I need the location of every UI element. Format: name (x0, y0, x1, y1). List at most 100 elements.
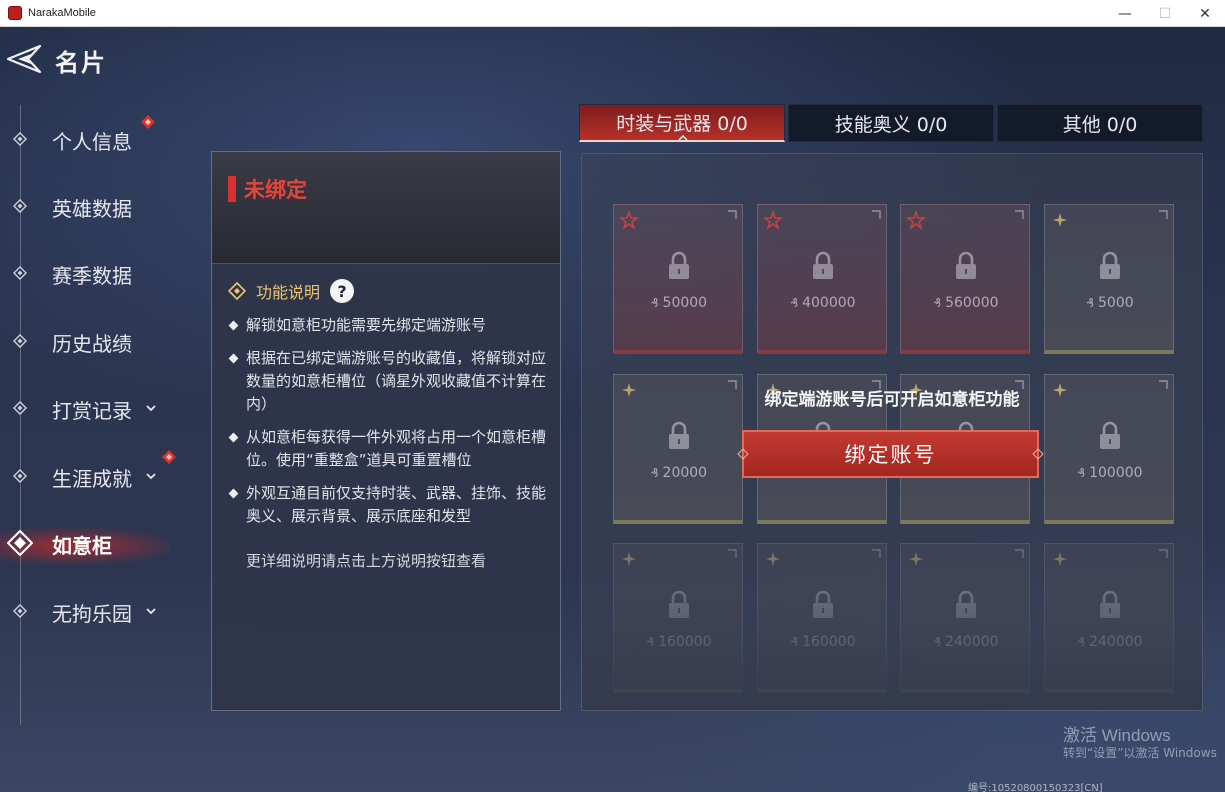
lock-icon (1100, 251, 1120, 279)
sidebar-item-label: 历史战绩 (52, 332, 132, 356)
bullet-icon (228, 488, 239, 499)
sidebar-item[interactable]: 赛季数据 (0, 253, 200, 293)
bind-required-message: 绑定端游账号后可开启如意柜功能 (764, 390, 1020, 410)
grid-fade (582, 594, 1202, 710)
category-tab[interactable]: 其他 0/0 (997, 104, 1203, 142)
collection-coin-icon: ₰ (790, 296, 799, 310)
corner-mark-icon (728, 210, 737, 219)
notification-badge-icon (141, 115, 155, 129)
sidebar-item-label: 打赏记录 (52, 399, 132, 423)
sidebar-item[interactable]: 生涯成就 (0, 450, 200, 496)
collection-value: ₰ 20000 (614, 465, 744, 481)
collection-coin-icon: ₰ (650, 466, 659, 480)
collection-coin-icon: ₰ (650, 296, 659, 310)
cabinet-slot[interactable]: ₰ 5000 (1044, 204, 1174, 354)
active-tab-caret-icon (678, 135, 688, 141)
description-item: 外观互通目前仅支持时装、武器、挂饰、技能奥义、展示背景、展示底座和发型 (228, 482, 546, 528)
lock-icon (956, 251, 976, 279)
page-title: 名片 (55, 49, 107, 77)
build-id: 编号:10520800150323[CN] (968, 783, 1103, 792)
function-description-title: 功能说明 (256, 283, 321, 302)
close-button[interactable]: ✕ (1185, 0, 1225, 27)
sidebar-item[interactable]: 个人信息 (0, 115, 200, 159)
chevron-down-icon (146, 405, 156, 412)
sidebar-item-label: 英雄数据 (52, 197, 132, 221)
description-text: 根据在已绑定端游账号的收藏值，将解锁对应数量的如意柜槽位（谪星外观收藏值不计算在… (246, 349, 547, 413)
description-item: 从如意柜每获得一件外观将占用一个如意柜槽位。使用“重整盒”道具可重置槽位 (228, 426, 546, 472)
game-viewport: 名片 个人信息英雄数据赛季数据历史战绩打赏记录生涯成就如意柜无拘乐园 未绑定 功… (0, 27, 1225, 792)
category-tab-label: 其他 0/0 (1062, 113, 1138, 136)
diamond-icon (228, 282, 246, 300)
bullet-icon (228, 432, 239, 443)
collection-value-number: 50000 (662, 295, 708, 311)
rarity-star-icon (907, 211, 925, 229)
diamond-icon (13, 469, 27, 483)
category-tabs: 时装与武器 0/0 技能奥义 0/0 其他 0/0 (579, 104, 1203, 142)
sidebar-item-label: 无拘乐园 (52, 602, 132, 626)
back-arrow-icon (6, 44, 42, 74)
sidebar-item-label: 如意柜 (52, 534, 112, 558)
corner-mark-icon (728, 549, 737, 558)
rarity-sparkle-icon (909, 552, 923, 566)
sidebar-item[interactable]: 英雄数据 (0, 186, 200, 226)
bind-account-button[interactable]: 绑定账号 (737, 430, 1044, 478)
status-marker (228, 176, 236, 202)
corner-mark-icon (872, 549, 881, 558)
bullet-icon (228, 353, 239, 364)
category-tab-label: 技能奥义 0/0 (834, 113, 948, 136)
collection-coin-icon: ₰ (1086, 296, 1094, 310)
rarity-star-icon (764, 211, 782, 229)
diamond-icon (13, 401, 27, 415)
window-controls: — ☐ ✕ (1105, 0, 1225, 27)
bind-status: 未绑定 (244, 178, 307, 202)
collection-value: ₰ 400000 (758, 295, 888, 311)
collection-coin-icon: ₰ (933, 296, 942, 310)
diamond-icon (13, 266, 27, 280)
lock-icon (669, 251, 689, 279)
category-tab[interactable]: 时装与武器 0/0 (579, 104, 785, 142)
collection-value: ₰ 50000 (614, 295, 744, 311)
lock-icon (1100, 421, 1120, 449)
window-title: NarakaMobile (28, 7, 96, 19)
diamond-icon (13, 199, 27, 213)
activate-windows-title: 激活 Windows (1063, 726, 1171, 745)
collection-value: ₰ 5000 (1045, 295, 1175, 311)
description-text: 解锁如意柜功能需要先绑定端游账号 (246, 316, 487, 334)
collection-value-number: 5000 (1098, 295, 1134, 311)
window-titlebar: NarakaMobile — ☐ ✕ (0, 0, 1225, 27)
minimize-button[interactable]: — (1105, 0, 1145, 27)
sidebar-item[interactable]: 历史战绩 (0, 321, 200, 361)
sidebar-item-label: 生涯成就 (52, 467, 132, 491)
info-header: 未绑定 (212, 152, 560, 264)
sidebar-item[interactable]: 如意柜 (0, 523, 200, 563)
diamond-icon (13, 604, 27, 618)
rarity-star-icon (620, 211, 638, 229)
collection-value-number: 560000 (945, 295, 999, 311)
cabinet-slot[interactable]: ₰ 400000 (757, 204, 887, 354)
sidebar-item[interactable]: 无拘乐园 (0, 591, 200, 631)
collection-coin-icon: ₰ (1077, 466, 1086, 480)
info-panel: 未绑定 功能说明 ? 解锁如意柜功能需要先绑定端游账号根据在已绑定端游账号的收藏… (211, 151, 561, 711)
lock-icon (813, 251, 833, 279)
back-button[interactable] (4, 43, 42, 75)
description-item: 根据在已绑定端游账号的收藏值，将解锁对应数量的如意柜槽位（谪星外观收藏值不计算在… (228, 347, 546, 416)
description-item: 解锁如意柜功能需要先绑定端游账号 (228, 314, 546, 337)
bind-account-label: 绑定账号 (844, 443, 937, 467)
description-list: 解锁如意柜功能需要先绑定端游账号根据在已绑定端游账号的收藏值，将解锁对应数量的如… (228, 314, 546, 538)
help-button[interactable]: ? (330, 279, 355, 303)
cabinet-slot[interactable]: ₰ 560000 (900, 204, 1030, 354)
corner-mark-icon (1015, 549, 1024, 558)
diamond-icon (13, 132, 27, 146)
sidebar-item[interactable]: 打赏记录 (0, 388, 200, 428)
cabinet-slot[interactable]: ₰ 50000 (613, 204, 743, 354)
lock-icon (669, 421, 689, 449)
diamond-icon (7, 530, 33, 556)
sidebar-item-label: 个人信息 (52, 130, 132, 154)
category-tab[interactable]: 技能奥义 0/0 (788, 104, 994, 142)
diamond-icon (13, 334, 27, 348)
rarity-sparkle-icon (1053, 213, 1067, 227)
collection-value-number: 100000 (1089, 465, 1143, 481)
corner-mark-icon (1159, 210, 1168, 219)
chevron-down-icon (146, 608, 156, 615)
category-tab-label: 时装与武器 0/0 (616, 113, 748, 135)
